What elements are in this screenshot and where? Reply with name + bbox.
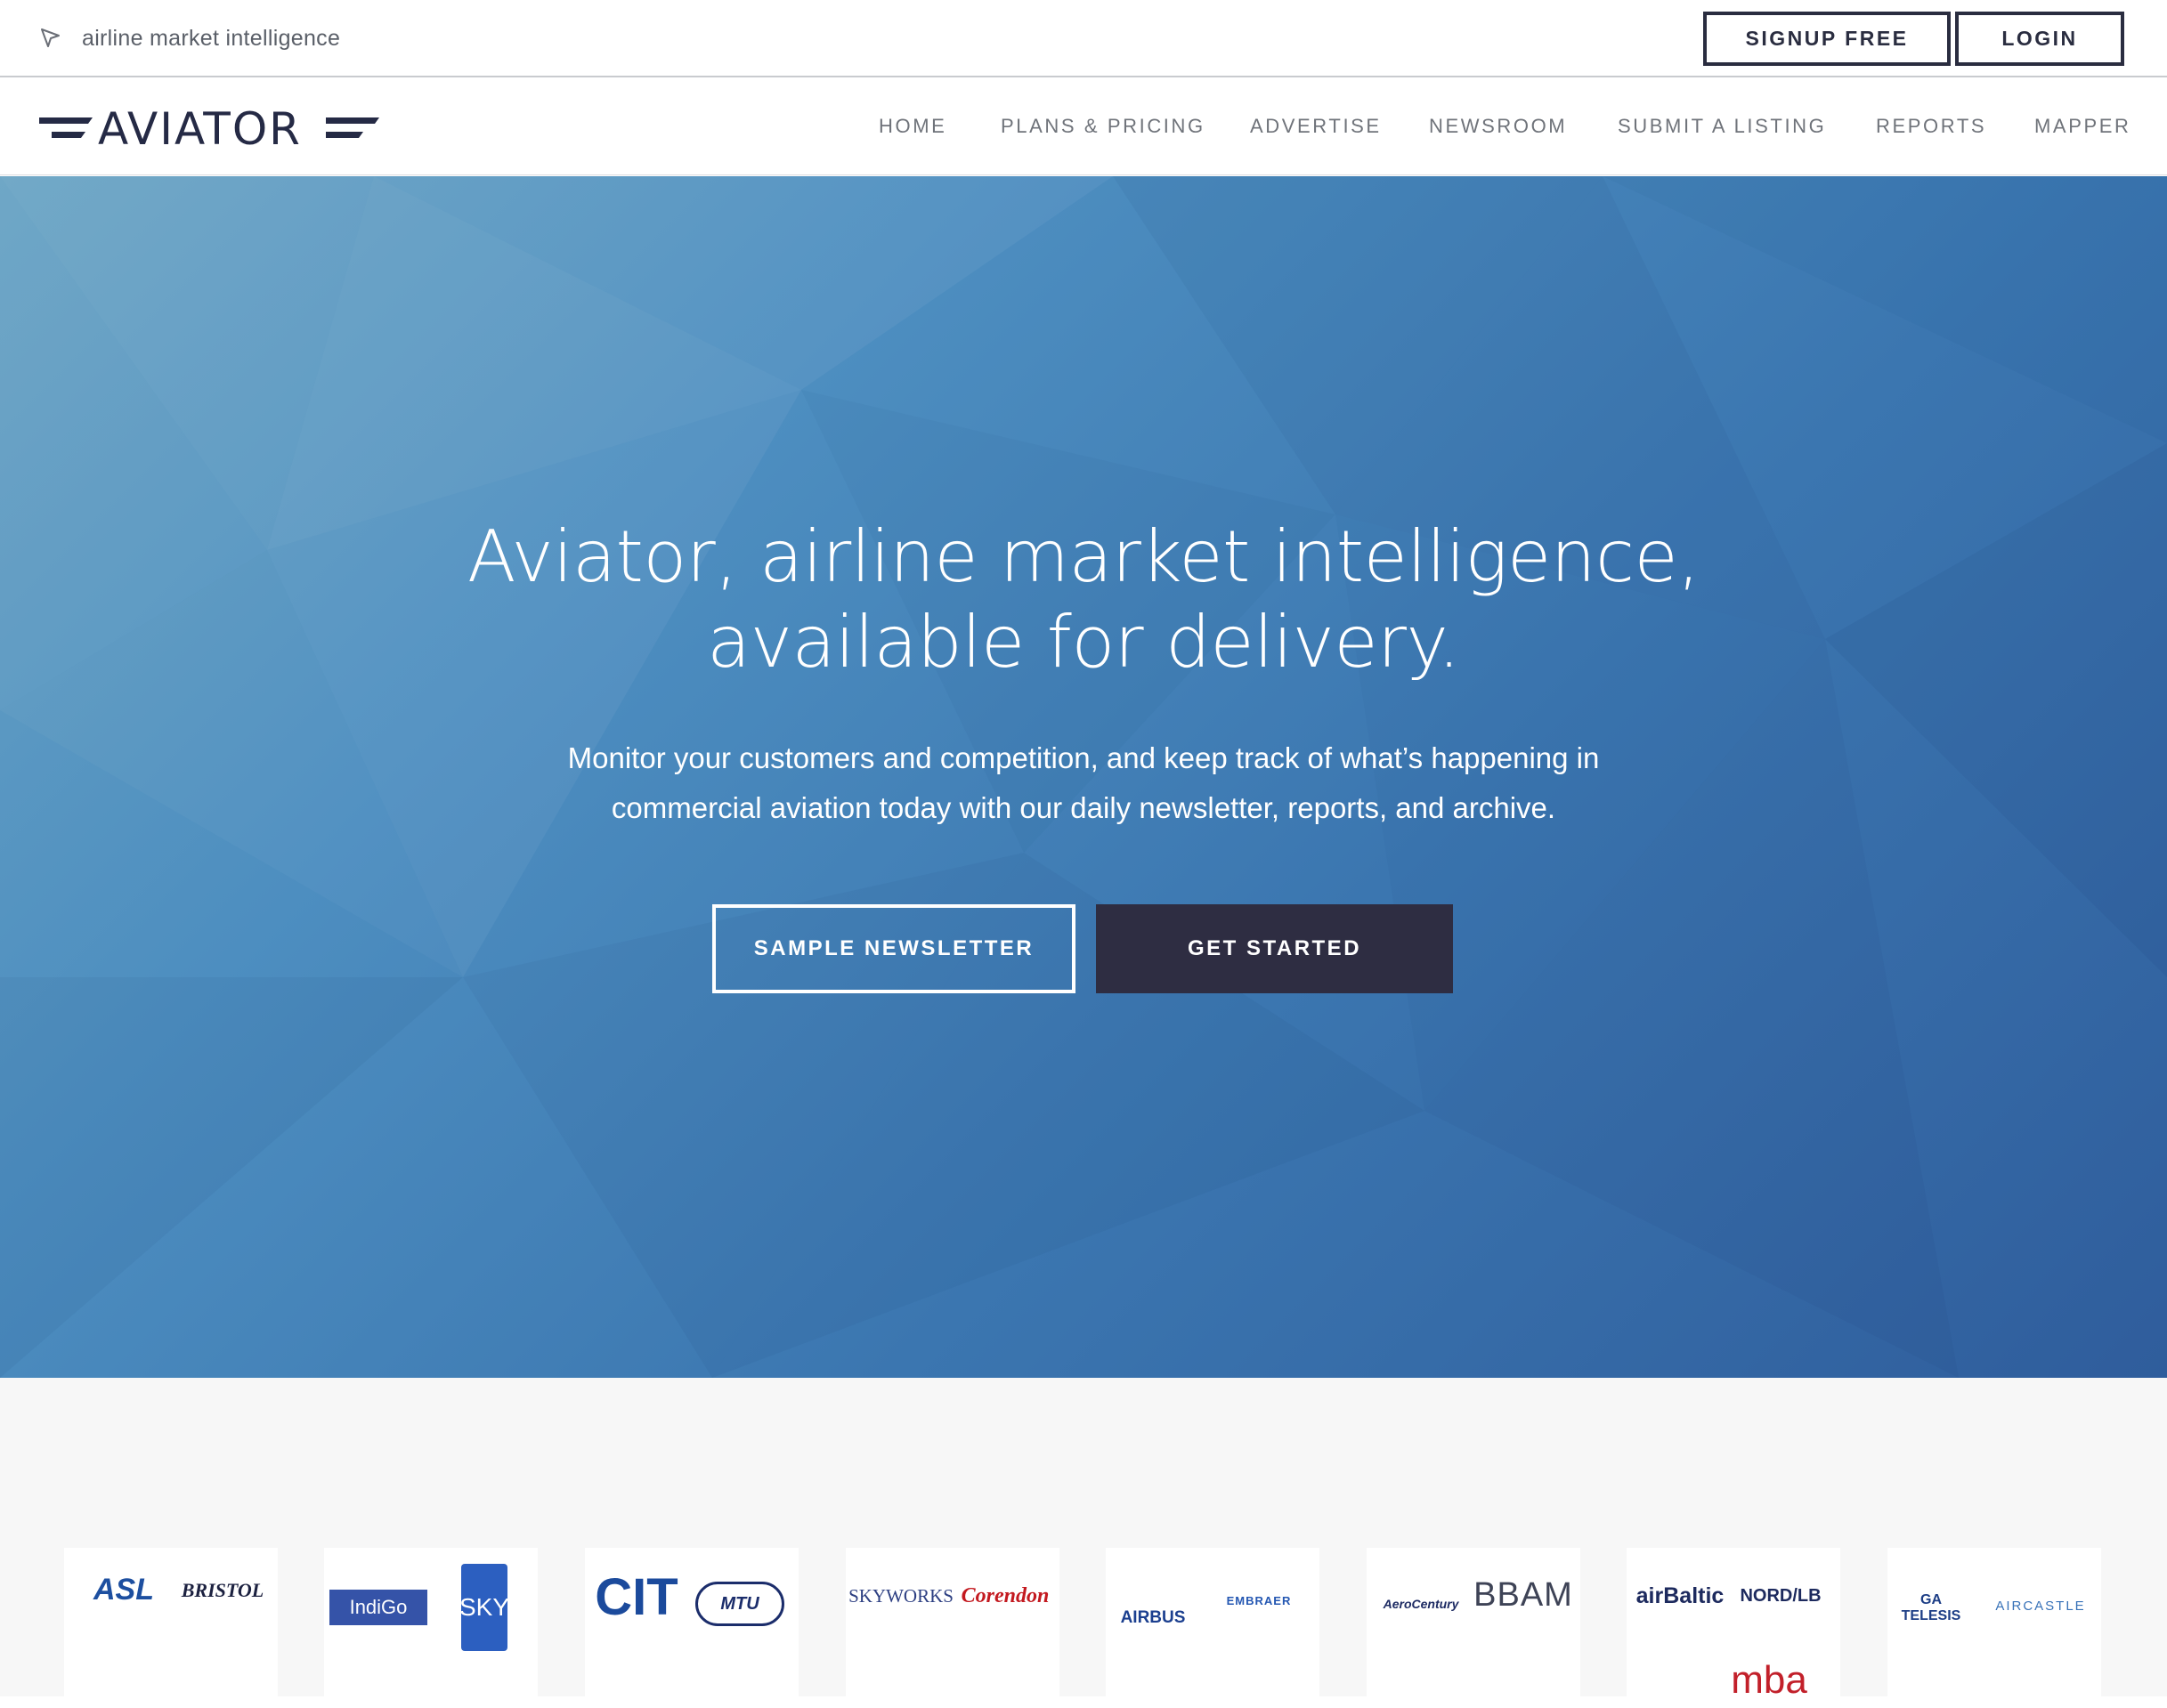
client-logos-section: ASL BRISTOL IndiGo SKY CIT MTU SKYWORKS …: [0, 1378, 2167, 1708]
aviator-logo[interactable]: AVIATOR: [39, 103, 379, 155]
nav-plans-pricing[interactable]: PLANS & PRICING: [1001, 115, 1205, 138]
client-logo: IndiGo: [329, 1590, 427, 1625]
logo-card: SKYWORKS Corendon: [846, 1548, 1059, 1708]
hero-heading-line-1: Aviator, airline market intelligence,: [467, 515, 1700, 598]
logo-card: airBaltic NORD/LB mba: [1627, 1548, 1840, 1708]
nav-advertise[interactable]: ADVERTISE: [1250, 115, 1382, 138]
client-logo: BRISTOL: [181, 1579, 264, 1601]
nav-submit-listing[interactable]: SUBMIT A LISTING: [1618, 115, 1826, 138]
client-logo: CIT: [595, 1567, 678, 1626]
nav-mapper[interactable]: MAPPER: [2034, 115, 2131, 138]
signup-free-button[interactable]: SIGNUP FREE: [1703, 12, 1951, 66]
logo-wordmark: AVIATOR: [98, 106, 302, 150]
client-logo: Corendon: [961, 1583, 1050, 1607]
hero-subtitle-line-2: commercial aviation today with our daily…: [611, 791, 1556, 824]
client-logo: BBAM: [1473, 1575, 1573, 1614]
tagline-text: airline market intelligence: [82, 25, 341, 51]
client-logo: GA TELESIS: [1901, 1592, 1961, 1623]
hero-subtitle-line-1: Monitor your customers and competition, …: [567, 741, 1600, 774]
client-logo: AIRCASTLE: [1995, 1598, 2086, 1614]
client-logo: NORD/LB: [1740, 1585, 1822, 1606]
get-started-button[interactable]: GET STARTED: [1096, 904, 1453, 993]
logo-card: GA TELESIS AIRCASTLE: [1887, 1548, 2101, 1708]
logo-card: IndiGo SKY: [324, 1548, 538, 1708]
client-logo: EMBRAER: [1226, 1593, 1292, 1607]
client-logo: ASL: [93, 1572, 154, 1607]
logo-card: CIT MTU: [585, 1548, 799, 1708]
logo-card: ASL BRISTOL: [64, 1548, 278, 1708]
nav-home[interactable]: HOME: [879, 115, 946, 138]
sample-newsletter-button[interactable]: SAMPLE NEWSLETTER: [712, 904, 1075, 993]
tagline-group: airline market intelligence: [39, 23, 340, 53]
hero-banner: Aviator, airline market intelligence, av…: [0, 176, 2167, 1378]
logo-card: AIRBUS EMBRAER: [1106, 1548, 1319, 1708]
logo-card: AeroCentury BBAM: [1367, 1548, 1580, 1708]
nav-reports[interactable]: REPORTS: [1876, 115, 1986, 138]
client-logo: MTU: [695, 1582, 784, 1626]
client-logo: airBaltic: [1635, 1583, 1725, 1608]
client-logo: AeroCentury: [1383, 1597, 1459, 1611]
main-navbar: AVIATOR HOME PLANS & PRICING ADVERTISE N…: [0, 79, 2167, 175]
login-button[interactable]: LOGIN: [1955, 12, 2124, 66]
client-logo: SKY: [459, 1564, 509, 1651]
client-logo: AIRBUS: [1120, 1608, 1186, 1627]
cursor-arrow-icon: [41, 28, 60, 47]
nav-newsroom[interactable]: NEWSROOM: [1429, 115, 1567, 138]
client-logo: SKYWORKS: [848, 1584, 954, 1607]
hero-subtitle: Monitor your customers and competition, …: [0, 733, 2167, 833]
hero-heading-line-2: available for delivery.: [707, 601, 1460, 684]
hero-heading: Aviator, airline market intelligence, av…: [0, 514, 2167, 685]
top-bar: airline market intelligence SIGNUP FREE …: [0, 0, 2167, 77]
